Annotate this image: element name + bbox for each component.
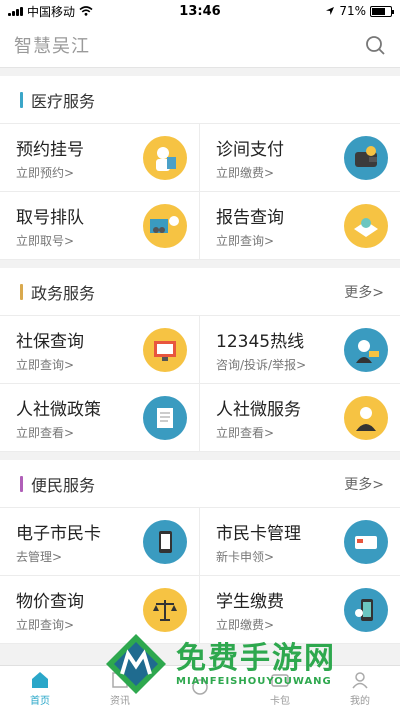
service-subtitle: 立即缴费> <box>216 165 275 180</box>
service-subtitle: 咨询/投诉/举报> <box>216 357 307 372</box>
service-title: 12345热线 <box>216 331 305 352</box>
section-government: 政务服务 更多> 社保查询立即查询> 12345热线咨询/投诉/举报> 人社微政… <box>0 268 400 452</box>
service-clinic-payment[interactable]: 诊间支付立即缴费> <box>200 124 400 192</box>
section-medical: 医疗服务 预约挂号 立即预约> 诊间支付 立即缴费> 取号排队 立即取号> 报告… <box>0 76 400 260</box>
tab-label: 首页 <box>30 695 50 707</box>
section-header: 政务服务 更多> <box>0 268 400 316</box>
section-header: 便民服务 更多> <box>0 460 400 508</box>
service-report[interactable]: 报告查询立即查询> <box>200 192 400 260</box>
service-title: 人社微服务 <box>216 399 301 420</box>
watermark-logo <box>106 634 166 694</box>
social-security-icon <box>143 327 187 372</box>
service-icon <box>344 395 388 440</box>
section-header: 医疗服务 <box>0 76 400 124</box>
service-subtitle: 立即预约> <box>16 165 75 180</box>
location-arrow-icon <box>326 7 335 15</box>
student-pay-icon <box>344 587 388 632</box>
service-title: 人社微政策 <box>16 399 101 420</box>
wifi-icon <box>79 6 93 16</box>
service-subtitle: 立即取号> <box>16 233 75 248</box>
signal-icon <box>8 6 23 16</box>
section-title: 医疗服务 <box>31 91 96 111</box>
service-queue[interactable]: 取号排队立即取号> <box>0 192 200 260</box>
status-bar: 中国移动 13:46 71% <box>0 0 400 22</box>
service-hr-service[interactable]: 人社微服务立即查看> <box>200 384 400 452</box>
service-hr-policy[interactable]: 人社微政策立即查看> <box>0 384 200 452</box>
tab-label: 我的 <box>350 695 370 707</box>
queue-icon <box>143 203 187 248</box>
battery-icon <box>370 5 394 17</box>
service-title: 报告查询 <box>216 207 284 228</box>
service-citizen-card-management[interactable]: 市民卡管理新卡申领> <box>200 508 400 576</box>
main-content: 医疗服务 预约挂号 立即预约> 诊间支付 立即缴费> 取号排队 立即取号> 报告… <box>0 68 400 665</box>
status-left: 中国移动 <box>8 3 93 20</box>
section-accent-bar <box>20 91 23 108</box>
citizen-card-icon <box>344 519 388 564</box>
more-link[interactable]: 更多> <box>344 282 384 302</box>
section-convenience: 便民服务 更多> 电子市民卡去管理> 市民卡管理新卡申领> 物价查询立即查询> <box>0 460 400 644</box>
section-title: 便民服务 <box>31 475 96 495</box>
carrier-label: 中国移动 <box>27 4 76 19</box>
status-right: 71% <box>325 4 394 18</box>
service-title: 取号排队 <box>16 207 84 228</box>
tab-home[interactable]: 首页 <box>0 666 80 711</box>
section-accent-bar <box>20 475 23 492</box>
service-title: 电子市民卡 <box>16 523 101 544</box>
service-subtitle: 新卡申领> <box>216 549 275 564</box>
service-title: 市民卡管理 <box>216 523 301 544</box>
service-title: 学生缴费 <box>216 591 284 612</box>
home-icon <box>32 671 48 688</box>
battery-percent: 71% <box>339 4 366 18</box>
section-accent-bar <box>20 283 23 300</box>
hotline-icon <box>344 327 388 372</box>
service-subtitle: 立即查看> <box>16 425 75 440</box>
service-e-citizen-card[interactable]: 电子市民卡去管理> <box>0 508 200 576</box>
service-title: 诊间支付 <box>216 139 284 160</box>
scale-icon <box>143 587 187 632</box>
service-hotline[interactable]: 12345热线咨询/投诉/举报> <box>200 316 400 384</box>
section-title: 政务服务 <box>31 283 96 303</box>
service-appointment[interactable]: 预约挂号立即预约> <box>0 124 200 192</box>
search-button[interactable] <box>364 34 386 56</box>
phone-card-icon <box>143 519 187 564</box>
service-subtitle: 立即查询> <box>16 617 75 632</box>
service-subtitle: 去管理> <box>16 549 63 564</box>
user-icon <box>352 671 368 688</box>
service-subtitle: 立即缴费> <box>216 617 275 632</box>
search-bar: 智慧吴江 <box>0 22 400 68</box>
service-subtitle: 立即查看> <box>216 425 275 440</box>
more-link[interactable]: 更多> <box>344 474 384 494</box>
search-icon <box>366 35 385 55</box>
service-title: 社保查询 <box>16 331 84 352</box>
wallet-icon <box>344 135 388 180</box>
service-title: 物价查询 <box>16 591 84 612</box>
app-title: 智慧吴江 <box>14 35 90 57</box>
watermark: 免费手游网 MIANFEISHOUYOUWANG <box>104 632 336 696</box>
doctor-icon <box>143 135 187 180</box>
report-icon <box>344 203 388 248</box>
watermark-subtext: MIANFEISHOUYOUWANG <box>176 675 332 687</box>
service-social-security[interactable]: 社保查询立即查询> <box>0 316 200 384</box>
service-subtitle: 立即查询> <box>16 357 75 372</box>
policy-icon <box>143 395 187 440</box>
service-subtitle: 立即查询> <box>216 233 275 248</box>
watermark-text: 免费手游网 <box>176 640 336 676</box>
service-title: 预约挂号 <box>16 139 84 160</box>
